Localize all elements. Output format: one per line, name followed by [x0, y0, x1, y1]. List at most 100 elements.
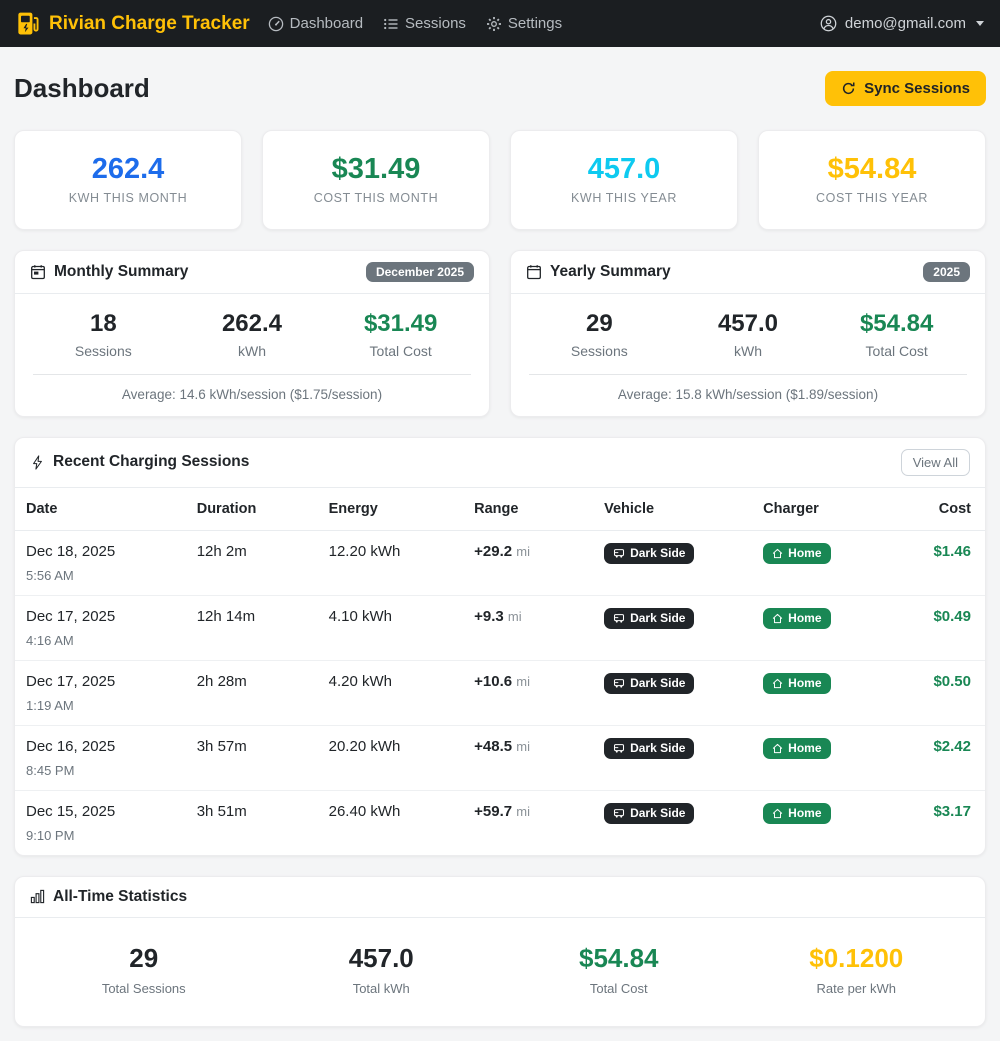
nav-item-settings[interactable]: Settings: [486, 15, 562, 32]
all-time-stats-body: 29 Total Sessions 457.0 Total kWh $54.84…: [15, 918, 985, 1027]
total-kwh-value: 457.0: [263, 944, 501, 973]
month-badge: December 2025: [366, 262, 474, 282]
col-header-duration: Duration: [186, 488, 318, 531]
nav-links: Dashboard Sessions: [268, 15, 562, 32]
all-time-stats-title: All-Time Statistics: [53, 888, 187, 906]
cost-month-label: COST THIS MONTH: [314, 191, 439, 205]
monthly-cost-stat: $31.49 Total Cost: [326, 310, 475, 359]
col-header-range: Range: [463, 488, 593, 531]
charger-badge: Home: [763, 608, 830, 629]
session-energy: 20.20 kWh: [318, 725, 464, 790]
vehicle-badge: Dark Side: [604, 543, 694, 564]
house-icon: [772, 743, 783, 754]
house-icon: [772, 808, 783, 819]
sync-sessions-button[interactable]: Sync Sessions: [825, 71, 986, 106]
calendar-icon: [526, 264, 542, 280]
monthly-kwh-label: kWh: [178, 343, 327, 359]
brand[interactable]: Rivian Charge Tracker: [16, 11, 250, 36]
navbar: Rivian Charge Tracker Dashboard Sessions: [0, 0, 1000, 47]
yearly-cost-value: $54.84: [822, 310, 971, 338]
yearly-kwh-stat: 457.0 kWh: [674, 310, 823, 359]
session-duration: 12h 14m: [186, 595, 318, 660]
session-cost: $3.17: [933, 803, 971, 820]
total-kwh-label: Total kWh: [263, 981, 501, 996]
table-row: Dec 18, 2025 5:56 AM 12h 2m 12.20 kWh +2…: [15, 530, 985, 595]
monthly-sessions-label: Sessions: [29, 343, 178, 359]
rate-per-kwh-stat: $0.1200 Rate per kWh: [738, 944, 976, 997]
sessions-table: Date Duration Energy Range Vehicle Charg…: [15, 488, 985, 855]
range-unit: mi: [516, 674, 530, 689]
rate-per-kwh-label: Rate per kWh: [738, 981, 976, 996]
monthly-cost-value: $31.49: [326, 310, 475, 338]
session-cost: $0.49: [933, 608, 971, 625]
col-header-energy: Energy: [318, 488, 464, 531]
monthly-kwh-stat: 262.4 kWh: [178, 310, 327, 359]
monthly-summary-header: Monthly Summary December 2025: [15, 251, 489, 294]
session-range: +10.6: [474, 673, 512, 690]
total-cost-stat: $54.84 Total Cost: [500, 944, 738, 997]
charger-badge: Home: [763, 543, 830, 564]
user-email: demo@gmail.com: [845, 15, 966, 32]
col-header-date: Date: [15, 488, 186, 531]
lightning-icon: [30, 455, 45, 470]
cost-year-card: $54.84 COST THIS YEAR: [758, 130, 986, 230]
year-badge: 2025: [923, 262, 970, 282]
summary-cards-row: Monthly Summary December 2025 18 Session…: [14, 250, 986, 417]
kwh-month-value: 262.4: [92, 155, 165, 184]
session-duration: 3h 51m: [186, 790, 318, 855]
session-energy: 4.20 kWh: [318, 660, 464, 725]
yearly-sessions-value: 29: [525, 310, 674, 338]
main-content: Dashboard Sync Sessions 262.4 KWH THIS M…: [0, 47, 1000, 1041]
session-duration: 3h 57m: [186, 725, 318, 790]
sync-sessions-label: Sync Sessions: [864, 80, 970, 97]
nav-item-label: Sessions: [405, 15, 466, 32]
monthly-summary-body: 18 Sessions 262.4 kWh $31.49 Total Cost …: [15, 294, 489, 416]
session-range: +9.3: [474, 608, 504, 625]
session-time: 1:19 AM: [26, 698, 176, 713]
yearly-summary-title: Yearly Summary: [550, 263, 671, 281]
charger-badge: Home: [763, 803, 830, 824]
kwh-year-label: KWH THIS YEAR: [571, 191, 677, 205]
yearly-sessions-stat: 29 Sessions: [525, 310, 674, 359]
bar-chart-icon: [30, 889, 45, 904]
session-energy: 26.40 kWh: [318, 790, 464, 855]
speedometer-icon: [268, 16, 284, 32]
yearly-kwh-label: kWh: [674, 343, 823, 359]
session-time: 8:45 PM: [26, 763, 176, 778]
table-header-row: Date Duration Energy Range Vehicle Charg…: [15, 488, 985, 531]
total-cost-value: $54.84: [500, 944, 738, 973]
session-duration: 2h 28m: [186, 660, 318, 725]
kwh-month-card: 262.4 KWH THIS MONTH: [14, 130, 242, 230]
cost-month-value: $31.49: [332, 155, 421, 184]
table-row: Dec 15, 2025 9:10 PM 3h 51m 26.40 kWh +5…: [15, 790, 985, 855]
session-cost: $0.50: [933, 673, 971, 690]
all-time-stats-card: All-Time Statistics 29 Total Sessions 45…: [14, 876, 986, 1028]
brand-title: Rivian Charge Tracker: [49, 13, 250, 35]
session-energy: 4.10 kWh: [318, 595, 464, 660]
col-header-vehicle: Vehicle: [593, 488, 752, 531]
range-unit: mi: [508, 609, 522, 624]
vehicle-badge: Dark Side: [604, 673, 694, 694]
chevron-down-icon: [976, 21, 984, 26]
view-all-button[interactable]: View All: [901, 449, 970, 476]
nav-item-sessions[interactable]: Sessions: [383, 15, 466, 32]
session-date: Dec 15, 2025: [26, 803, 176, 820]
vehicle-badge: Dark Side: [604, 608, 694, 629]
session-date: Dec 18, 2025: [26, 543, 176, 560]
divider: [529, 374, 967, 375]
house-icon: [772, 678, 783, 689]
session-time: 4:16 AM: [26, 633, 176, 648]
table-row: Dec 17, 2025 4:16 AM 12h 14m 4.10 kWh +9…: [15, 595, 985, 660]
nav-item-label: Settings: [508, 15, 562, 32]
monthly-kwh-value: 262.4: [178, 310, 327, 338]
person-circle-icon: [820, 15, 837, 32]
table-row: Dec 16, 2025 8:45 PM 3h 57m 20.20 kWh +4…: [15, 725, 985, 790]
session-energy: 12.20 kWh: [318, 530, 464, 595]
calendar-month-icon: [30, 264, 46, 280]
nav-item-dashboard[interactable]: Dashboard: [268, 15, 363, 32]
ev-charger-logo-icon: [16, 11, 41, 36]
divider: [33, 374, 471, 375]
monthly-summary-title: Monthly Summary: [54, 263, 188, 281]
user-menu-dropdown[interactable]: demo@gmail.com: [820, 15, 984, 32]
total-sessions-label: Total Sessions: [25, 981, 263, 996]
